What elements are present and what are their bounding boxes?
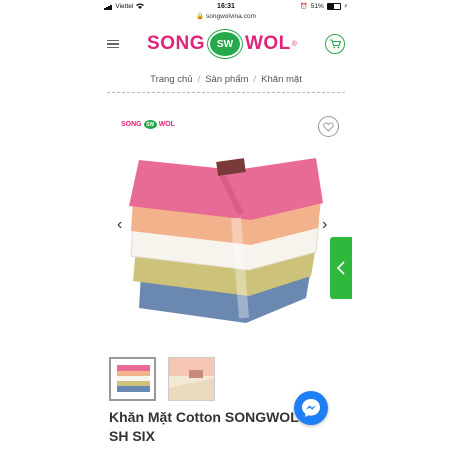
- thumbnail-strip: [109, 357, 215, 401]
- address-bar[interactable]: 🔒 songwolvina.com: [99, 12, 353, 22]
- messenger-glyph: [302, 399, 320, 417]
- registered-mark: ®: [291, 40, 297, 48]
- breadcrumb-home[interactable]: Trang chủ: [150, 74, 192, 85]
- thumbnail-1[interactable]: [109, 357, 156, 401]
- site-header: SONG SW WOL ®: [99, 22, 353, 66]
- logo-text-right: WOL: [244, 33, 291, 54]
- messenger-icon[interactable]: [294, 391, 328, 425]
- logo-text-left: SONG: [147, 33, 205, 54]
- hamburger-icon[interactable]: [107, 39, 119, 49]
- battery-icon: [326, 2, 341, 10]
- site-logo[interactable]: SONG SW WOL ®: [119, 30, 325, 58]
- logo-badge: SW: [207, 30, 242, 58]
- lock-icon: 🔒: [196, 13, 205, 20]
- status-bar: Viettel 16:31 ⏰ 51% ⚡: [99, 0, 353, 12]
- status-time: 16:31: [217, 2, 235, 10]
- chevron-right-icon[interactable]: ›: [322, 216, 327, 234]
- breadcrumb-products[interactable]: Sản phẩm: [205, 74, 248, 85]
- breadcrumb: Trang chủ / Sản phẩm / Khăn mặt: [107, 66, 345, 93]
- heart-icon[interactable]: [318, 116, 339, 137]
- chevron-left-icon[interactable]: ‹: [117, 216, 122, 234]
- cart-glyph: [329, 39, 341, 49]
- url-text: songwolvina.com: [206, 13, 256, 20]
- thumbnail-towel-detail-image: [169, 358, 214, 400]
- breadcrumb-separator: /: [253, 73, 257, 85]
- thumbnail-towels-image: [111, 359, 154, 399]
- heart-glyph: [323, 121, 334, 132]
- breadcrumb-current[interactable]: Khăn mặt: [261, 74, 302, 85]
- chevron-left-icon: [337, 261, 345, 275]
- thumbnail-2[interactable]: [168, 357, 215, 401]
- breadcrumb-separator: /: [197, 73, 201, 85]
- side-panel-toggle[interactable]: [330, 237, 352, 299]
- cart-icon[interactable]: [325, 34, 345, 54]
